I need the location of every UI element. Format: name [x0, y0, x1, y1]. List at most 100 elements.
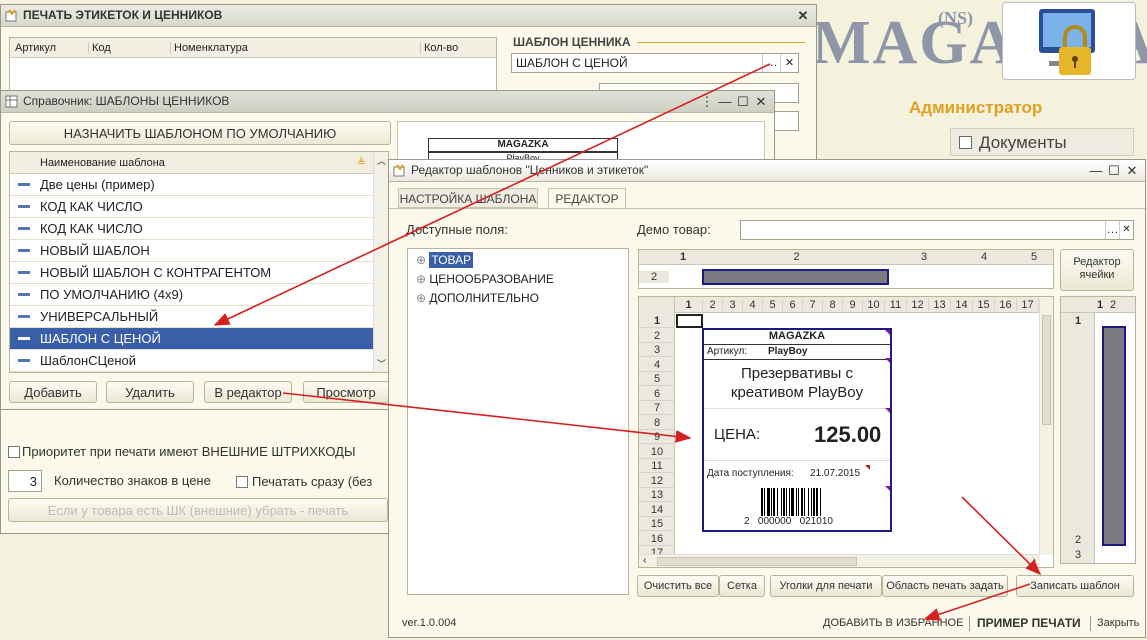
grid-column-header[interactable]: 9: [843, 299, 863, 311]
grid-column-header[interactable]: 10: [863, 299, 885, 311]
expand-icon[interactable]: ⊕: [416, 253, 426, 267]
active-cell[interactable]: [676, 314, 703, 328]
list-item[interactable]: ШАБЛОН С ЦЕНОЙ: [10, 328, 374, 350]
grid-row-header[interactable]: 7: [639, 402, 675, 415]
priority-checkbox[interactable]: [8, 446, 20, 458]
price-label-preview[interactable]: MAGAZKA Артикул: PlayBoy Презервативы с …: [702, 328, 892, 532]
list-item[interactable]: КОД КАК ЧИСЛО: [10, 196, 374, 218]
grid-row-header[interactable]: 12: [639, 475, 675, 488]
tree-item-pricing[interactable]: ⊕ ЦЕНООБРАЗОВАНИЕ: [416, 272, 554, 286]
grid-row-header[interactable]: 2: [639, 271, 669, 283]
open-editor-button[interactable]: В редактор: [204, 381, 292, 403]
list-scrollbar[interactable]: ︿ ﹀: [373, 152, 388, 372]
clear-icon[interactable]: ✕: [780, 54, 798, 72]
grid-column-header[interactable]: 5: [1014, 251, 1053, 263]
grid-column-header[interactable]: 7: [803, 299, 823, 311]
close-link[interactable]: Закрыть: [1097, 617, 1139, 629]
lock-icon[interactable]: [1002, 2, 1136, 80]
scroll-thumb[interactable]: [1042, 315, 1051, 425]
grid-row-header[interactable]: 8: [639, 417, 675, 430]
digits-input[interactable]: 3: [8, 470, 42, 492]
tree-item-additional[interactable]: ⊕ ДОПОЛНИТЕЛЬНО: [416, 291, 539, 305]
cell-editor-button[interactable]: Редактор ячейки: [1060, 249, 1134, 291]
expand-icon[interactable]: ⊕: [416, 272, 426, 286]
scroll-down-icon[interactable]: ﹀: [377, 357, 386, 370]
column-header[interactable]: Код: [88, 42, 111, 54]
grid-column-header[interactable]: 12: [907, 299, 929, 311]
grid-row-header[interactable]: 9: [639, 431, 675, 444]
grid-hscrollbar[interactable]: ‹ ›: [639, 554, 1040, 567]
grid-row-header[interactable]: 1: [1061, 315, 1095, 327]
side-bar-cell[interactable]: [1102, 326, 1126, 546]
editor-window-titlebar[interactable]: Редактор шаблонов "Ценников и этикеток" …: [389, 160, 1145, 182]
print-area-button[interactable]: Область печать задать: [882, 575, 1008, 597]
print-now-checkbox[interactable]: [236, 476, 248, 488]
grid-row-header[interactable]: 5: [639, 373, 675, 386]
grid-row-header[interactable]: 14: [639, 504, 675, 517]
grid-column-header[interactable]: 2: [703, 299, 723, 311]
scroll-up-icon[interactable]: ︿: [377, 154, 386, 167]
list-item[interactable]: КОД КАК ЧИСЛО: [10, 218, 374, 240]
grid-column-header[interactable]: 17: [1017, 299, 1039, 311]
save-template-button[interactable]: Записать шаблон: [1016, 575, 1134, 597]
grid-column-header[interactable]: 3: [894, 251, 954, 263]
grid-row-header[interactable]: 2: [1061, 534, 1095, 546]
tab-editor[interactable]: РЕДАКТОР: [548, 188, 626, 209]
tab-settings[interactable]: НАСТРОЙКА ШАБЛОНА: [398, 188, 538, 208]
grid-row-header[interactable]: 2: [639, 330, 675, 343]
ellipsis-button[interactable]: …: [762, 54, 780, 72]
header-bar-cell[interactable]: [702, 269, 889, 285]
more-icon[interactable]: ⋮: [698, 93, 716, 110]
clear-all-button[interactable]: Очистить все: [637, 575, 719, 597]
delete-button[interactable]: Удалить: [106, 381, 194, 403]
grid-row-header[interactable]: 6: [639, 388, 675, 401]
grid-column-header[interactable]: 2: [699, 251, 894, 263]
column-header[interactable]: Кол-во: [420, 42, 458, 54]
grid-column-header[interactable]: 4: [954, 251, 1014, 263]
grid-row-header[interactable]: 13: [639, 489, 675, 502]
list-item[interactable]: Две цены (пример): [10, 174, 374, 196]
grid-row-header[interactable]: 11: [639, 460, 675, 473]
grid-column-header[interactable]: 15: [973, 299, 995, 311]
list-item[interactable]: НОВЫЙ ШАБЛОН С КОНТРАГЕНТОМ: [10, 262, 374, 284]
grid-column-header[interactable]: 1: [669, 251, 697, 263]
scroll-thumb[interactable]: [657, 557, 857, 566]
minimize-icon[interactable]: —: [1087, 162, 1105, 179]
clear-icon[interactable]: ✕: [1119, 221, 1133, 239]
grid-row-header[interactable]: 4: [639, 359, 675, 372]
grid-column-header[interactable]: 11: [885, 299, 907, 311]
scroll-right-icon[interactable]: ›: [1033, 555, 1036, 566]
print-window-titlebar[interactable]: ПЕЧАТЬ ЭТИКЕТОК И ЦЕННИКОВ ✕: [1, 5, 816, 27]
nav-documents[interactable]: Документы: [950, 128, 1134, 156]
list-item[interactable]: ШаблонСЦеной: [10, 350, 374, 372]
ellipsis-button[interactable]: …: [1105, 221, 1119, 239]
list-item[interactable]: НОВЫЙ ШАБЛОН: [10, 240, 374, 262]
list-item[interactable]: УНИВЕРСАЛЬНЫЙ: [10, 306, 374, 328]
grid-column-header[interactable]: 1: [675, 299, 703, 311]
add-button[interactable]: Добавить: [9, 381, 97, 403]
close-icon[interactable]: ✕: [794, 7, 812, 24]
grid-column-header[interactable]: 8: [823, 299, 843, 311]
close-icon[interactable]: ✕: [1123, 162, 1141, 179]
column-header[interactable]: Номенклатура: [170, 42, 248, 54]
set-default-button[interactable]: НАЗНАЧИТЬ ШАБЛОНОМ ПО УМОЛЧАНИЮ: [9, 121, 391, 145]
list-item[interactable]: ПО УМОЛЧАНИЮ (4x9): [10, 284, 374, 306]
templates-window-titlebar[interactable]: Справочник: ШАБЛОНЫ ЦЕННИКОВ ⋮ — ☐ ✕: [1, 91, 774, 113]
template-select[interactable]: ШАБЛОН С ЦЕНОЙ … ✕: [511, 53, 799, 73]
demo-product-input[interactable]: … ✕: [740, 220, 1134, 240]
print-corners-button[interactable]: Уголки для печати: [770, 575, 882, 597]
scroll-left-icon[interactable]: ‹: [643, 555, 646, 566]
grid-column-header[interactable]: 5: [763, 299, 783, 311]
grid-row-header[interactable]: 15: [639, 518, 675, 531]
grid-column-header[interactable]: 2: [1105, 299, 1121, 311]
grid-column-header[interactable]: 13: [929, 299, 951, 311]
expand-icon[interactable]: ⊕: [416, 291, 426, 305]
grid-column-header[interactable]: 4: [743, 299, 763, 311]
maximize-icon[interactable]: ☐: [1105, 162, 1123, 179]
preview-button[interactable]: Просмотр: [303, 381, 389, 403]
grid-row-header[interactable]: 1: [639, 315, 675, 328]
close-icon[interactable]: ✕: [752, 93, 770, 110]
column-header[interactable]: Артикул: [15, 42, 56, 54]
grid-column-header[interactable]: 6: [783, 299, 803, 311]
grid-row-header[interactable]: 10: [639, 446, 675, 459]
